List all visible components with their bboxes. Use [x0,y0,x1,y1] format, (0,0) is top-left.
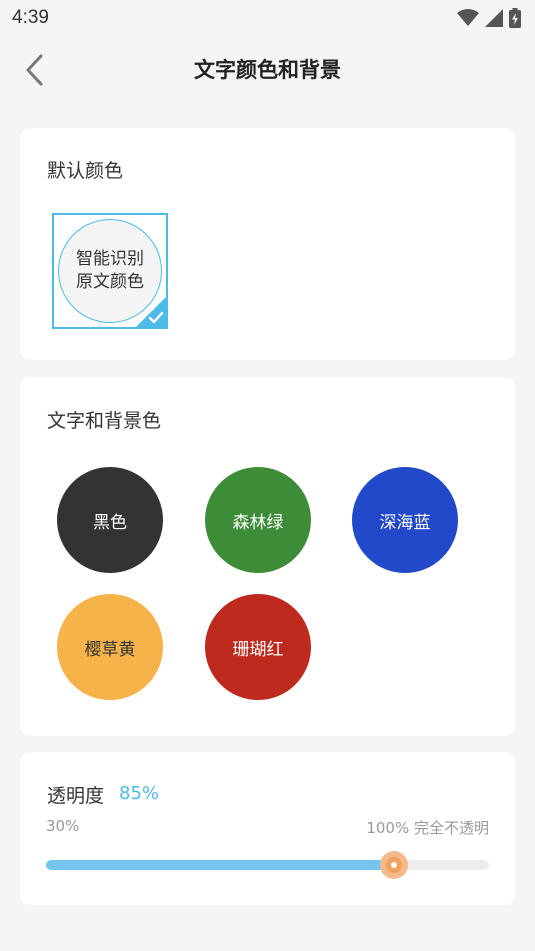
battery-charging-icon [509,8,521,28]
smart-color-label-line2: 原文颜色 [76,272,144,292]
opacity-slider[interactable] [46,851,489,879]
chevron-left-icon [26,54,43,86]
opacity-title: 透明度 [47,785,105,807]
check-icon [136,297,166,327]
opacity-slider-fill [46,860,394,870]
color-option-label: 樱草黄 [84,639,136,660]
color-option-label: 珊瑚红 [232,639,284,660]
color-option-forest-green[interactable]: 森林绿 [205,467,311,573]
color-option-coral-red[interactable]: 珊瑚红 [205,594,311,700]
status-bar: 4:39 [0,0,535,36]
color-option-primrose-yellow[interactable]: 樱草黄 [57,594,163,700]
default-color-card: 默认颜色 智能识别 原文颜色 [20,128,515,360]
slider-thumb-dot [391,862,397,868]
color-option-deep-blue[interactable]: 深海蓝 [352,467,458,573]
page-title: 文字颜色和背景 [194,58,341,82]
text-bg-color-title: 文字和背景色 [47,410,162,432]
back-button[interactable] [14,50,54,90]
wifi-icon [457,9,479,27]
color-option-label: 黑色 [93,512,127,533]
default-color-title: 默认颜色 [47,160,124,182]
signal-icon [485,9,503,27]
slider-thumb-core [386,857,402,873]
color-option-label: 森林绿 [232,512,284,533]
status-time: 4:39 [12,7,49,28]
header: 文字颜色和背景 [0,44,535,94]
smart-color-label-line1: 智能识别 [76,249,144,269]
opacity-slider-thumb[interactable] [380,851,408,879]
opacity-min-label: 30% [46,817,80,835]
opacity-value: 85% [119,783,160,804]
color-option-black[interactable]: 黑色 [57,467,163,573]
opacity-max-label: 100% 完全不透明 [366,819,489,837]
text-bg-color-card: 文字和背景色 黑色 森林绿 深海蓝 樱草黄 珊瑚红 [20,377,515,736]
status-icons [457,8,521,28]
color-option-label: 深海蓝 [379,512,431,533]
smart-color-option[interactable]: 智能识别 原文颜色 [52,213,168,329]
opacity-card: 透明度 85% 30% 100% 完全不透明 [20,752,515,905]
